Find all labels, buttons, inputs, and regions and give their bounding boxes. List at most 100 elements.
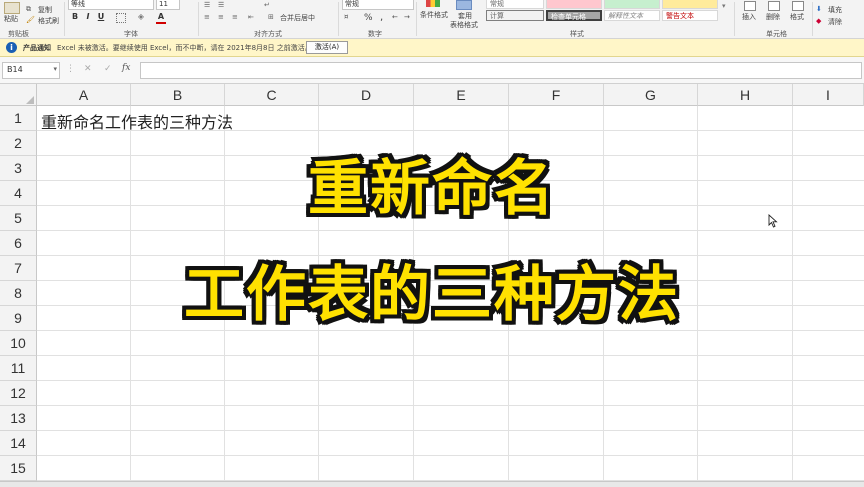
- row-header-1[interactable]: 1: [0, 106, 37, 131]
- title-overlay-line-2: 工作表的三种方法: [184, 260, 680, 330]
- conditional-format-icon: [426, 0, 440, 7]
- clear-button[interactable]: 清除: [828, 17, 842, 27]
- row-header-10[interactable]: 10: [0, 331, 37, 356]
- format-cells-button[interactable]: 格式: [790, 12, 804, 22]
- group-label-styles: 样式: [570, 30, 584, 38]
- column-header-h[interactable]: H: [698, 84, 793, 106]
- activate-button[interactable]: 激活(A): [306, 41, 348, 54]
- gridline: [37, 355, 864, 356]
- group-label-clipboard: 剪贴板: [8, 30, 29, 38]
- font-size-value: 11: [159, 0, 168, 8]
- align-middle-icon[interactable]: ☰: [218, 1, 224, 9]
- column-header-d[interactable]: D: [319, 84, 414, 106]
- group-label-cells: 单元格: [766, 30, 787, 38]
- formula-bar-handle-icon[interactable]: ⋮: [66, 64, 75, 74]
- bold-button[interactable]: B: [70, 12, 80, 22]
- separator: [338, 2, 339, 36]
- merge-center-button[interactable]: 合并后居中: [280, 13, 315, 23]
- row-header-13[interactable]: 13: [0, 406, 37, 431]
- separator: [416, 2, 417, 36]
- align-center-icon[interactable]: ≡: [218, 13, 224, 21]
- align-right-icon[interactable]: ≡: [232, 13, 238, 21]
- italic-button[interactable]: I: [83, 12, 93, 22]
- separator: [812, 2, 813, 36]
- styles-scroll-icon[interactable]: ▾: [722, 2, 726, 10]
- conditional-format-button[interactable]: 条件格式: [420, 10, 448, 20]
- column-header-e[interactable]: E: [414, 84, 509, 106]
- cell-a1[interactable]: 重新命名工作表的三种方法: [41, 109, 233, 133]
- percent-button[interactable]: %: [364, 13, 373, 23]
- decrease-decimal-icon[interactable]: →: [404, 13, 410, 21]
- clear-icon: ◆: [816, 17, 822, 25]
- underline-button[interactable]: U: [96, 12, 106, 22]
- table-format-button-line2[interactable]: 表格格式: [450, 20, 478, 30]
- row-header-12[interactable]: 12: [0, 381, 37, 406]
- name-box-dropdown-icon[interactable]: ▾: [53, 65, 57, 73]
- column-header-b[interactable]: B: [131, 84, 225, 106]
- wrap-text-icon[interactable]: ↵: [264, 1, 270, 9]
- row-header-15[interactable]: 15: [0, 456, 37, 481]
- select-all-corner[interactable]: [0, 84, 37, 106]
- style-bad[interactable]: [546, 0, 602, 9]
- group-label-alignment: 对齐方式: [254, 30, 282, 38]
- increase-decimal-icon[interactable]: ←: [392, 13, 398, 21]
- fill-button[interactable]: 填充: [828, 5, 842, 15]
- row-header-14[interactable]: 14: [0, 431, 37, 456]
- copy-button[interactable]: 复制: [38, 5, 52, 15]
- indent-icon[interactable]: ⇤: [248, 13, 254, 21]
- copy-icon: ⧉: [26, 5, 31, 13]
- insert-function-button[interactable]: fx: [122, 63, 130, 73]
- info-icon: i: [6, 42, 17, 53]
- notice-title: 产品通知: [23, 44, 51, 52]
- table-format-icon: [456, 0, 472, 10]
- product-notice-bar: i 产品通知 Excel 未被激活。要继续使用 Excel，而不中断，请在 20…: [0, 39, 864, 57]
- notice-message: Excel 未被激活。要继续使用 Excel，而不中断，请在 2021年8月8日…: [57, 44, 312, 52]
- delete-button[interactable]: 删除: [766, 12, 780, 22]
- column-header-a[interactable]: A: [37, 84, 131, 106]
- column-header-g[interactable]: G: [604, 84, 698, 106]
- formula-input[interactable]: [140, 62, 862, 79]
- font-name-dropdown[interactable]: 等线: [68, 0, 154, 10]
- merge-center-icon: ⊞: [268, 13, 274, 21]
- comma-button[interactable]: ,: [380, 12, 383, 23]
- fill-icon: ⬇: [816, 5, 822, 13]
- align-top-icon[interactable]: ☰: [204, 1, 210, 9]
- gridline: [37, 405, 864, 406]
- style-calc[interactable]: 计算: [486, 10, 544, 21]
- name-box[interactable]: B14 ▾: [2, 62, 60, 79]
- number-format-dropdown[interactable]: 常规: [342, 0, 414, 10]
- group-label-font: 字体: [124, 30, 138, 38]
- insert-icon: [744, 1, 756, 11]
- format-painter-button[interactable]: 格式刷: [38, 16, 59, 26]
- separator: [198, 2, 199, 36]
- sheet-tab-strip: [0, 481, 864, 487]
- column-header-f[interactable]: F: [509, 84, 604, 106]
- column-header-i[interactable]: I: [793, 84, 864, 106]
- title-overlay-line-1: 重新命名: [308, 154, 556, 224]
- fill-color-icon[interactable]: ◈: [136, 12, 146, 22]
- paste-button[interactable]: 粘贴: [4, 14, 18, 24]
- style-check[interactable]: 检查单元格: [546, 10, 602, 21]
- align-left-icon[interactable]: ≡: [204, 13, 210, 21]
- paste-icon[interactable]: [4, 2, 20, 14]
- gridline: [37, 230, 864, 231]
- borders-icon[interactable]: [116, 13, 126, 23]
- currency-icon[interactable]: ¤: [344, 13, 348, 21]
- separator: [734, 2, 735, 36]
- gridline: [37, 430, 864, 431]
- row-header-11[interactable]: 11: [0, 356, 37, 381]
- style-neutral[interactable]: [662, 0, 718, 9]
- font-size-dropdown[interactable]: 11: [156, 0, 180, 10]
- format-painter-icon: 🖌: [26, 16, 35, 24]
- column-header-c[interactable]: C: [225, 84, 319, 106]
- confirm-button[interactable]: ✓: [104, 64, 112, 74]
- style-explain[interactable]: 解释性文本: [604, 10, 660, 21]
- font-color-button[interactable]: A: [156, 12, 166, 24]
- style-normal[interactable]: 常规: [486, 0, 544, 9]
- cancel-button[interactable]: ✕: [84, 64, 92, 74]
- style-warn[interactable]: 警告文本: [662, 10, 718, 21]
- separator: [64, 2, 65, 36]
- ribbon: 粘贴 ⧉ 复制 🖌 格式刷 剪贴板 等线 11 B I U ◈ A 字体 ☰ ☰…: [0, 0, 864, 39]
- insert-button[interactable]: 插入: [742, 12, 756, 22]
- style-good[interactable]: [604, 0, 660, 9]
